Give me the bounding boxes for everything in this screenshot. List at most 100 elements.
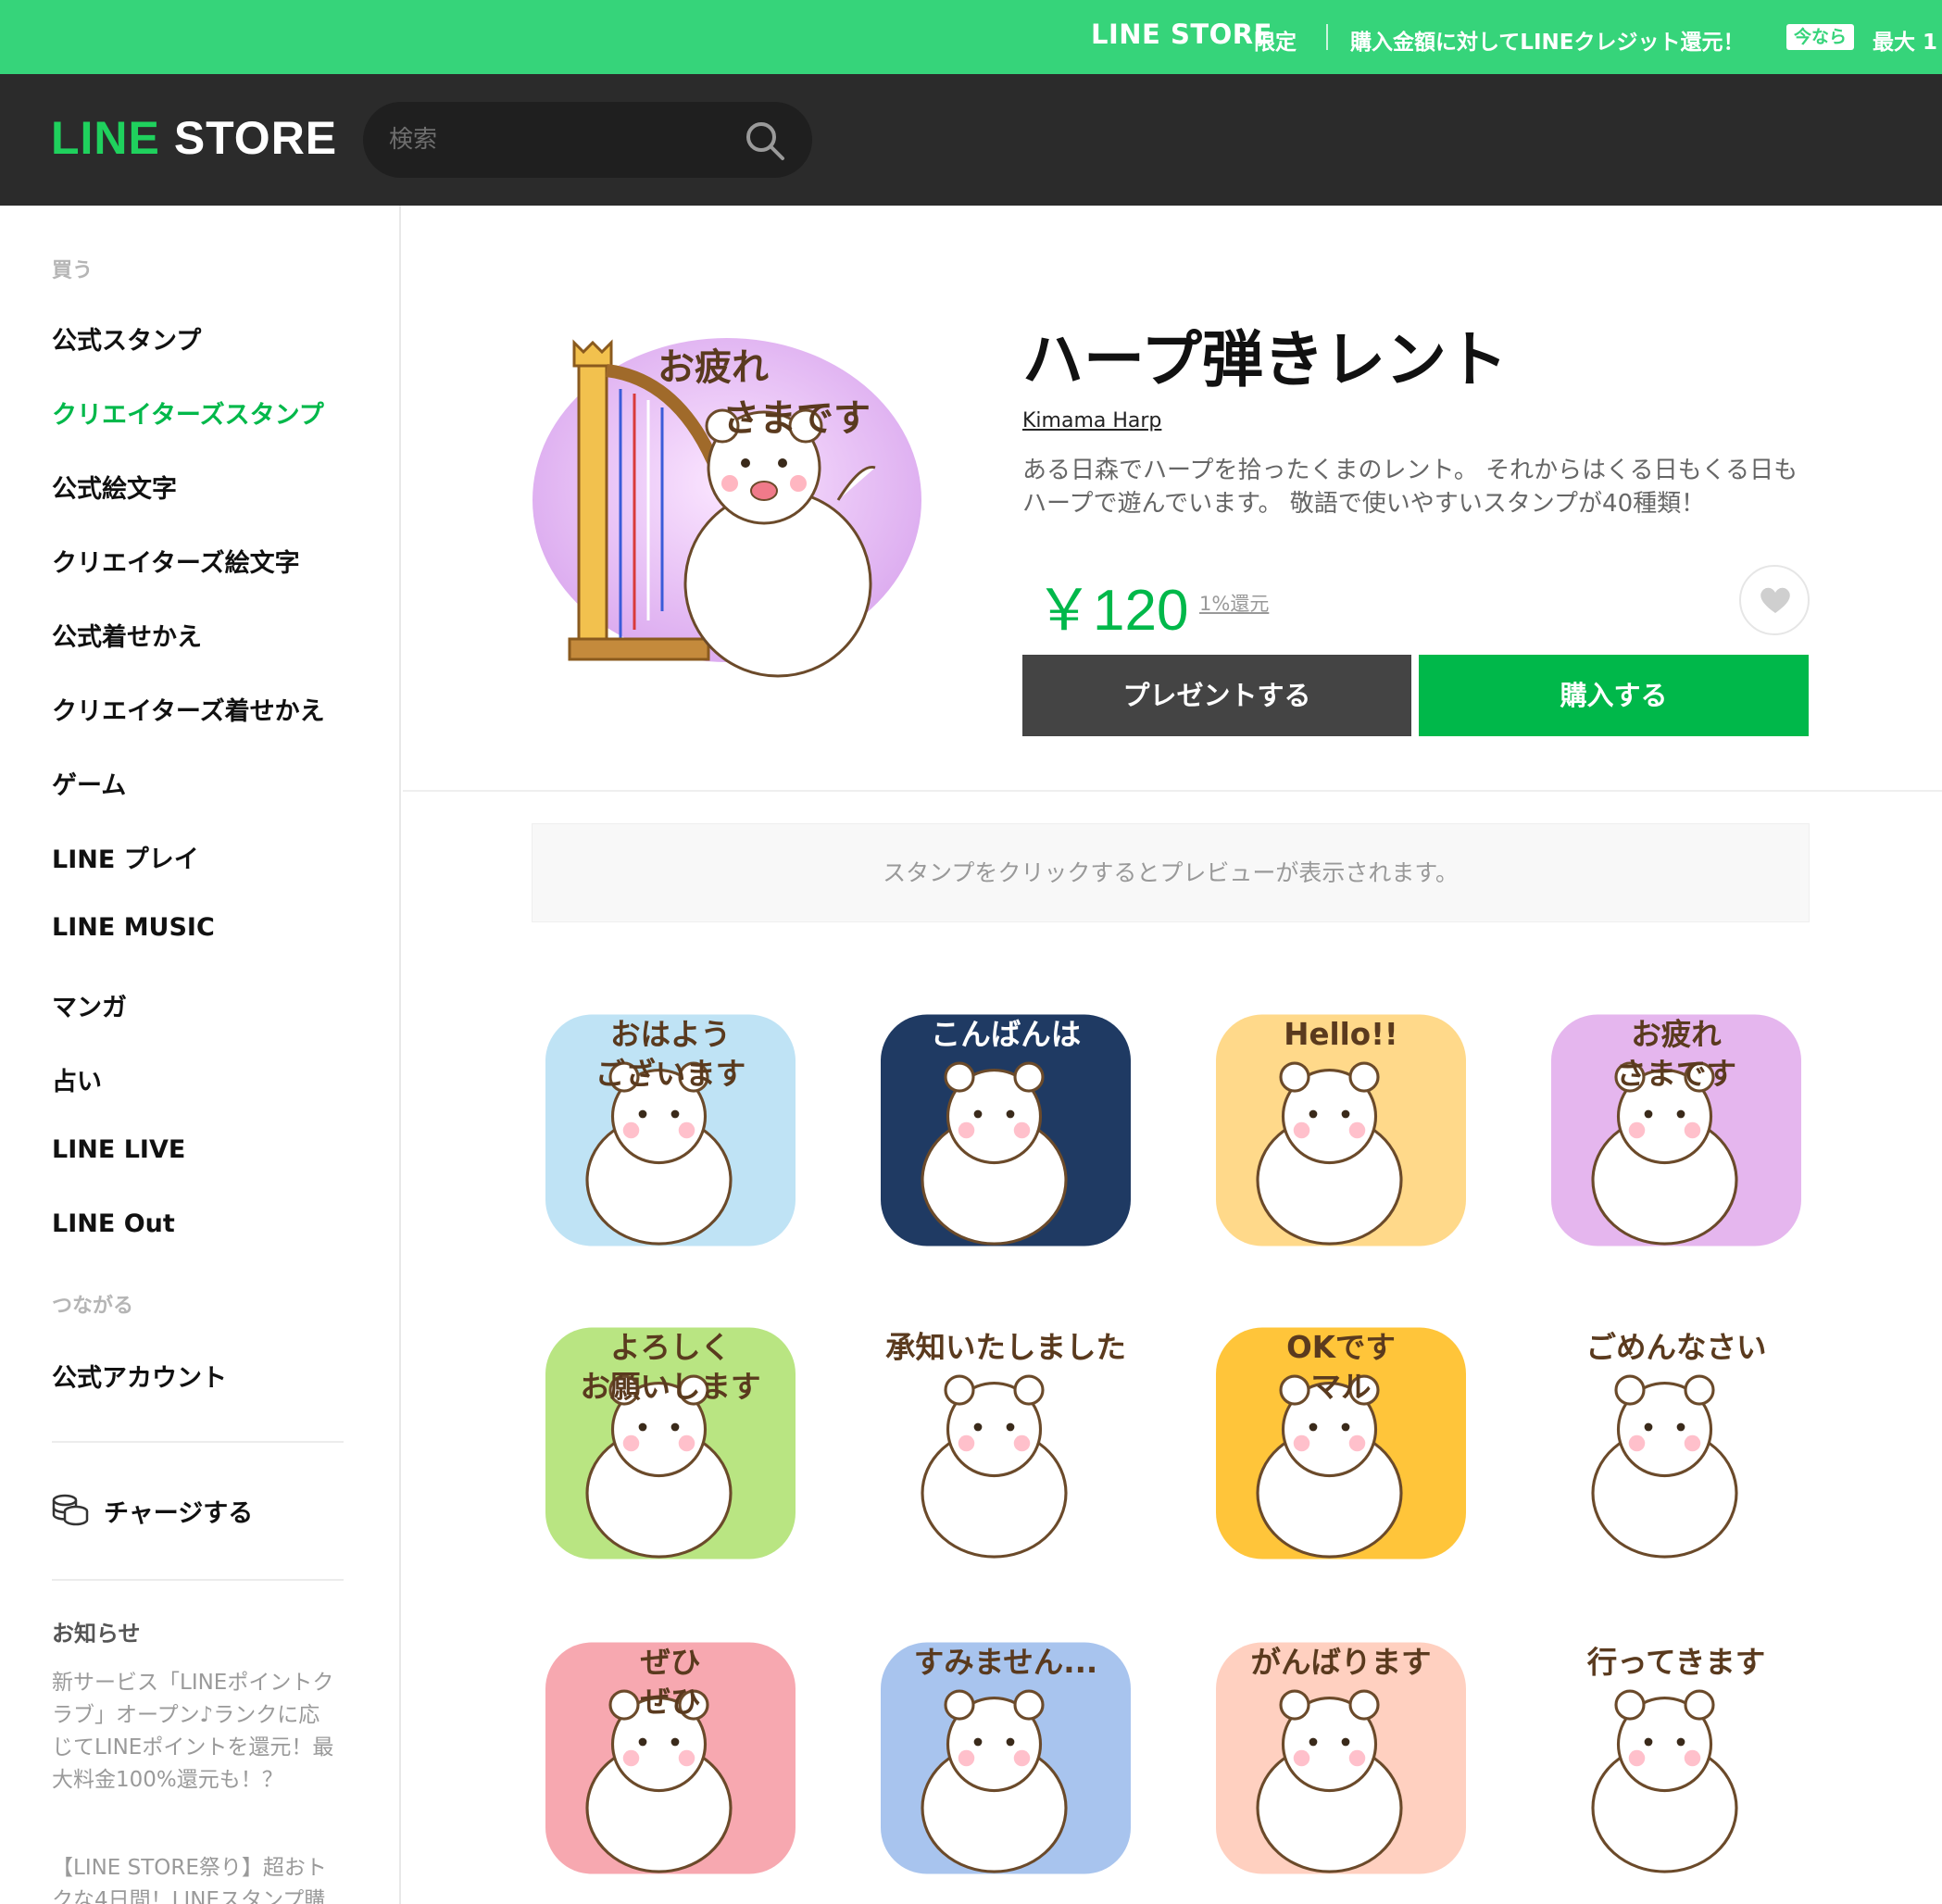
sticker-image: ごめんなさい <box>1585 1330 1767 1559</box>
sticker-ganbarimasu[interactable]: がんばります <box>1202 1617 1480 1895</box>
bear-eye <box>973 1109 983 1119</box>
sticker-yoroshiku[interactable]: よろしく お願いします <box>532 1302 809 1580</box>
logo-line: LINE <box>51 112 160 164</box>
search-icon[interactable] <box>743 119 787 163</box>
bear-cheek <box>1684 1434 1701 1452</box>
coins-icon <box>52 1494 89 1526</box>
bear-cheek <box>1013 1121 1031 1139</box>
sidebar-item[interactable]: クリエイターズ着せかえ <box>52 691 325 727</box>
sticker-image: がんばります <box>1216 1642 1466 1874</box>
bear-ear <box>1614 1374 1646 1406</box>
sticker-image: お疲れさまです <box>1551 1014 1801 1246</box>
bear-cheek <box>958 1121 975 1139</box>
logo-store: STORE <box>173 112 338 164</box>
bear-eye <box>670 1422 680 1432</box>
line-store-logo[interactable]: LINE STORE <box>51 111 337 165</box>
bear-ear <box>944 1061 975 1093</box>
sticker-image: 行ってきます <box>1587 1645 1765 1873</box>
sticker-shouchi[interactable]: 承知いたしました <box>867 1302 1145 1580</box>
sidebar-item-official-account[interactable]: 公式アカウント <box>52 1358 227 1394</box>
sidebar-item[interactable]: 公式絵文字 <box>52 469 177 505</box>
sidebar-item[interactable]: 占い <box>52 1061 102 1097</box>
sticker-ok[interactable]: OKです マル <box>1202 1302 1480 1580</box>
bear-ear <box>1013 1374 1045 1406</box>
bear-cheek <box>1628 1121 1646 1139</box>
sidebar: 買う 公式スタンプクリエイターズスタンプ 公式絵文字クリエイターズ絵文字 公式着せか… <box>0 206 401 1904</box>
bear-cheek <box>678 1749 695 1767</box>
search-input[interactable] <box>389 120 732 159</box>
sidebar-item[interactable]: LINE Out <box>52 1209 175 1238</box>
points-return-link[interactable]: 1%還元 <box>1199 589 1269 617</box>
present-button[interactable]: プレゼントする <box>1022 655 1411 736</box>
sticker-ohayou[interactable]: おはよう ございます <box>532 989 809 1267</box>
sticker-zehi[interactable]: ぜひ ぜひ <box>532 1617 809 1895</box>
bear-ear <box>1013 1689 1045 1721</box>
bear-eye <box>1006 1737 1015 1747</box>
sidebar-item[interactable]: マンガ <box>52 987 127 1023</box>
sidebar-item[interactable]: クリエイターズスタンプ <box>52 395 324 431</box>
bear-cheek <box>1628 1434 1646 1452</box>
sidebar-item[interactable]: LINE LIVE <box>52 1135 185 1164</box>
bear-eye <box>1644 1109 1653 1119</box>
heart-icon <box>1760 587 1790 613</box>
sidebar-item[interactable]: 公式スタンプ <box>52 320 201 357</box>
sticker-gomennasai[interactable]: ごめんなさい <box>1537 1302 1815 1580</box>
bear-cheek <box>1628 1749 1646 1767</box>
sidebar-item[interactable]: ゲーム <box>52 765 126 801</box>
bear-eye <box>1676 1109 1685 1119</box>
bear-cheek <box>1013 1434 1031 1452</box>
sticker-text: ぜひ <box>640 1645 700 1680</box>
sidebar-heading-buy: 買う <box>52 259 94 282</box>
bear-cheek <box>1684 1749 1701 1767</box>
bear-ear <box>1684 1374 1715 1406</box>
sticker-image: OKですマル <box>1216 1327 1466 1560</box>
main-sticker-text-2: さまです <box>722 397 871 440</box>
sidebar-item[interactable]: 公式着せかえ <box>52 617 202 653</box>
sticker-konbanwa[interactable]: こんばんは <box>867 989 1145 1267</box>
bear-eye <box>973 1737 983 1747</box>
bear-eye <box>670 1737 680 1747</box>
bear-eye <box>1309 1737 1318 1747</box>
bear-eye <box>1644 1422 1653 1432</box>
section-divider <box>403 790 1942 792</box>
bear-cheek <box>678 1434 695 1452</box>
notices-heading: お知らせ <box>52 1621 141 1647</box>
promo-banner[interactable]: LINE STORE 限定 購入金額に対してLINEクレジット還元！ 今なら 最… <box>0 0 1942 74</box>
bear-eye <box>1309 1422 1318 1432</box>
author-link[interactable]: Kimama Harp <box>1022 409 1161 432</box>
bear-cheek <box>622 1434 640 1452</box>
bear-eye <box>638 1737 647 1747</box>
notice-item[interactable]: 新サービス「LINEポイントクラブ」オープン♪ランクに応じてLINEポイントを還… <box>52 1667 339 1797</box>
charge-label: チャージする <box>104 1499 254 1528</box>
bear-ear <box>944 1374 975 1406</box>
sticker-sumimasen[interactable]: すみません... <box>867 1617 1145 1895</box>
bear-eye <box>1341 1737 1350 1747</box>
sidebar-item[interactable]: クリエイターズ絵文字 <box>52 543 300 579</box>
sticker-text: さまです <box>1616 1057 1736 1092</box>
sticker-hello[interactable]: Hello!! <box>1202 989 1480 1267</box>
bear-eye <box>1006 1422 1015 1432</box>
buy-button[interactable]: 購入する <box>1419 655 1809 736</box>
bear-eye <box>1341 1109 1350 1119</box>
product-price: ￥120 <box>1035 579 1189 643</box>
sticker-text: がんばります <box>1250 1645 1431 1680</box>
sidebar-divider <box>52 1441 344 1443</box>
sticker-text: ございます <box>595 1057 746 1092</box>
bear-cheek <box>1348 1121 1366 1139</box>
sidebar-item[interactable]: LINE MUSIC <box>52 913 215 942</box>
sticker-text: ごめんなさい <box>1585 1330 1766 1365</box>
sticker-image: すみません... <box>881 1642 1131 1874</box>
sticker-otsukare[interactable]: お疲れ さまです <box>1537 989 1815 1267</box>
bear-cheek <box>1348 1434 1366 1452</box>
promo-badge: 今なら <box>1786 24 1855 50</box>
sticker-text: お疲れ <box>1631 1017 1722 1052</box>
promo-brand: LINE STORE <box>1091 19 1272 50</box>
sticker-ittekimasu[interactable]: 行ってきます <box>1537 1617 1815 1895</box>
notice-item[interactable]: 【LINE STORE祭り】超おトクな4日間！LINEスタンプ購 <box>52 1852 339 1904</box>
favorite-button[interactable] <box>1739 565 1810 635</box>
bear-eye <box>1006 1109 1015 1119</box>
bear-eye <box>1676 1737 1685 1747</box>
sidebar-item[interactable]: LINE プレイ <box>52 839 199 875</box>
sidebar-divider <box>52 1579 344 1581</box>
bear-ear <box>1279 1374 1310 1406</box>
